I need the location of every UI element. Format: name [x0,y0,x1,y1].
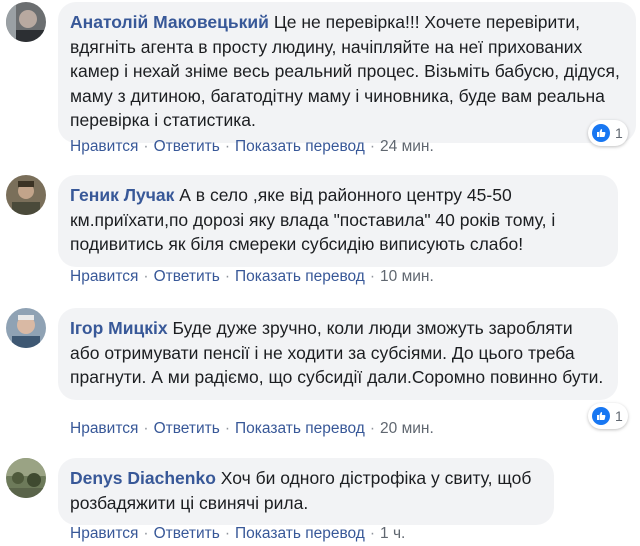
separator: · [143,525,149,542]
separator: · [224,138,231,155]
comment-time[interactable]: 1 ч. [380,525,405,542]
like-link[interactable]: Нравится [70,525,138,542]
reply-link[interactable]: Ответить [154,138,220,155]
reply-link[interactable]: Ответить [154,268,220,285]
avatar[interactable] [6,458,46,498]
reaction-badge[interactable]: 1 [588,120,628,146]
comment-author[interactable]: Анатолій Маковецький [70,12,269,32]
comment-bubble: Denys Diachenko Хоч би одного дістрофіка… [58,458,554,525]
translate-link[interactable]: Показать перевод [235,525,365,542]
comment-actions: Нравится · Ответить · Показать перевод · 1 ч. [70,525,405,543]
comment-bubble: Геник Лучак А в село ,яке від районного … [58,175,618,267]
like-link[interactable]: Нравится [70,138,138,155]
separator: · [369,420,376,437]
reply-link[interactable]: Ответить [154,525,220,542]
comment-bubble: Анатолій Маковецький Це не перевірка!!! … [58,2,636,143]
reply-link[interactable]: Ответить [154,420,220,437]
like-icon [592,124,610,142]
comment-time[interactable]: 20 мин. [380,420,434,437]
separator: · [143,420,149,437]
translate-link[interactable]: Показать перевод [235,138,365,155]
avatar[interactable] [6,308,46,348]
separator: · [143,268,149,285]
separator: · [224,420,231,437]
translate-link[interactable]: Показать перевод [235,268,365,285]
like-link[interactable]: Нравится [70,420,138,437]
avatar[interactable] [6,2,46,42]
separator: · [224,525,231,542]
reaction-badge[interactable]: 1 [588,403,628,429]
separator: · [224,268,231,285]
translate-link[interactable]: Показать перевод [235,420,365,437]
comment-bubble: Ігор Мицкіх Буде дуже зручно, коли люди … [58,308,618,400]
separator: · [143,138,149,155]
avatar[interactable] [6,175,46,215]
comment-time[interactable]: 24 мин. [380,138,434,155]
comment-author[interactable]: Denys Diachenko [70,468,216,488]
comment-author[interactable]: Геник Лучак [70,185,174,205]
like-count: 1 [615,408,623,424]
comment-actions: Нравится · Ответить · Показать перевод · 20 ми… [70,420,434,438]
comment-time[interactable]: 10 мин. [380,268,434,285]
separator: · [369,525,376,542]
comment-author[interactable]: Ігор Мицкіх [70,318,168,338]
separator: · [369,268,376,285]
like-count: 1 [615,125,623,141]
separator: · [369,138,376,155]
like-link[interactable]: Нравится [70,268,138,285]
comment-actions: Нравится · Ответить · Показать перевод · 10 ми… [70,268,434,286]
like-icon [592,407,610,425]
comment-actions: Нравится · Ответить · Показать перевод · 24 ми… [70,138,434,156]
